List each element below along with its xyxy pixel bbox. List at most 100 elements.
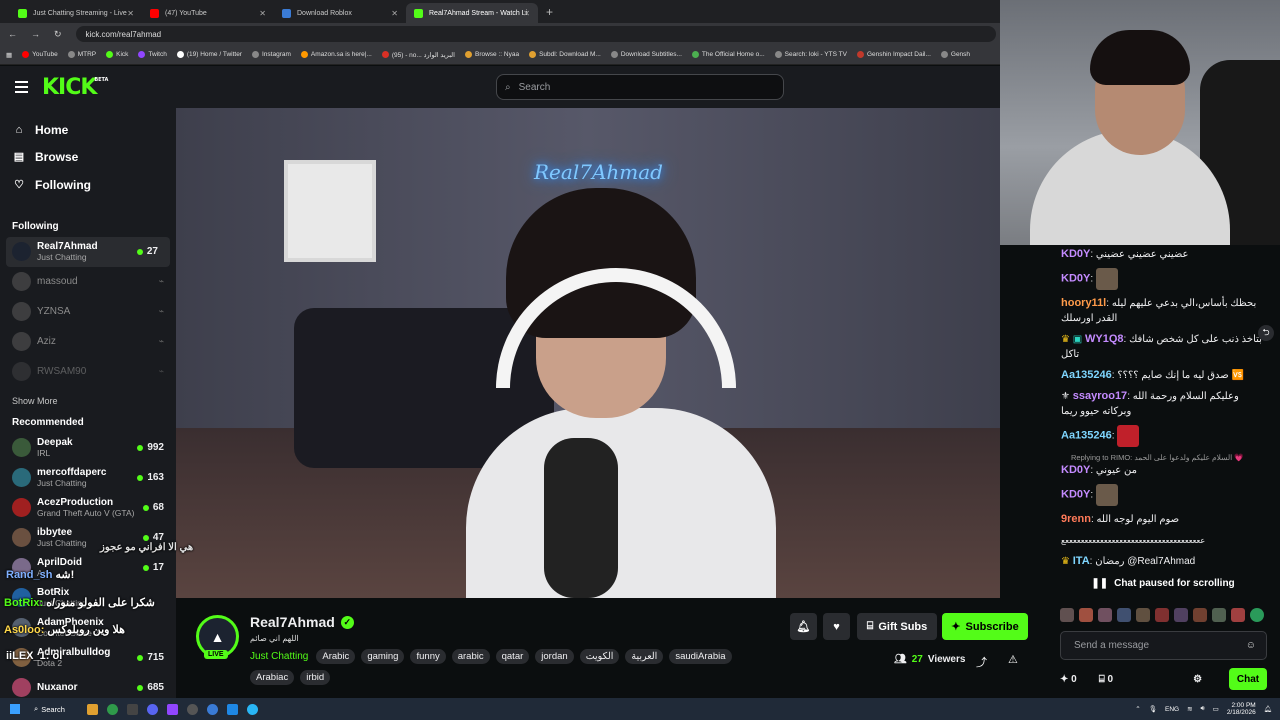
bookmark[interactable]: MTRP [67,51,96,58]
emote-icon[interactable] [1231,608,1245,622]
sidebar-channel[interactable]: BotRix Just Chatting [0,583,176,613]
app-icon[interactable] [226,703,238,715]
sidebar-channel[interactable]: YZNSA ⌁ [0,297,176,327]
chat-username[interactable]: WY1Q8 [1085,333,1124,345]
bookmark[interactable]: Search: loki - YTS TV [774,51,847,58]
tag[interactable]: jordan [535,649,574,664]
tag[interactable]: qatar [495,649,530,664]
chat-username[interactable]: KD0Y [1061,248,1090,260]
apps-grid-icon[interactable]: ▦ [6,51,12,59]
emote-icon[interactable] [1098,608,1112,622]
discord-icon[interactable] [146,703,158,715]
back-arrow-icon[interactable]: ← [8,29,17,39]
chat-username[interactable]: 9renn [1061,513,1091,525]
battery-icon[interactable]: ▭ [1213,705,1219,713]
chat-send-button[interactable]: Chat [1229,668,1267,690]
nav-following[interactable]: ♡ Following [0,171,176,199]
search-input[interactable]: ⌕ Search [496,74,784,100]
points-icon[interactable]: ✦ [1060,674,1068,685]
sidebar-channel[interactable]: Aziz ⌁ [0,327,176,357]
scroll-back-icon[interactable]: ⮌ [1258,325,1274,341]
sidebar-channel[interactable]: AprilDoid Art 17 [0,553,176,583]
sidebar-channel[interactable]: massoud ⌁ [0,267,176,297]
emote-icon[interactable] [1174,608,1188,622]
close-tab-icon[interactable]: ✕ [259,9,266,18]
browser-tab[interactable]: Download Roblox ✕ [274,3,406,23]
browser-tab[interactable]: (47) YouTube ✕ [142,3,274,23]
emote-icon[interactable] [1079,608,1093,622]
stream-category-link[interactable]: Just Chatting [250,651,308,662]
nav-browse[interactable]: ▤ Browse [0,144,176,172]
browser-tab-active[interactable]: Real7Ahmad Stream - Watch Li ✕ [406,3,538,23]
chrome-icon[interactable] [106,703,118,715]
gift-icon[interactable]: ⌸ [1099,674,1105,685]
bookmark[interactable]: (95) - no... البريد الوارد [381,51,455,59]
app-icon[interactable] [246,703,258,715]
app-icon[interactable] [166,703,178,715]
bookmark[interactable]: Download Subtitles... [610,51,682,58]
new-tab-button[interactable]: + [546,5,553,19]
bookmark[interactable]: The Official Home o... [691,51,765,58]
chevron-up-icon[interactable]: ⌃ [1135,705,1140,713]
report-warning-icon[interactable]: ⚠ [1008,653,1018,666]
volume-icon[interactable]: 🔊︎ [1201,705,1205,713]
sidebar-channel[interactable]: Admiralbulldog Dota 2 715 [0,643,176,673]
bookmark[interactable]: Subdl: Download M... [529,51,601,58]
tag[interactable]: الكويت [579,649,620,664]
bookmark[interactable]: Gensh [940,51,970,58]
close-tab-icon[interactable]: ✕ [391,9,398,18]
gift-subs-button[interactable]: ⌸ Gift Subs [857,613,937,640]
file-explorer-icon[interactable] [86,703,98,715]
sidebar-channel[interactable]: mercoffdaperc Just Chatting 163 [0,463,176,493]
nav-home[interactable]: ⌂ Home [0,116,176,144]
taskbar-search[interactable]: ⌕ Search [34,704,65,714]
follow-button[interactable]: ♥ [823,613,850,640]
emoji-icon[interactable]: ☺ [1246,640,1256,651]
emote-icon[interactable] [1250,608,1264,622]
show-more-button[interactable]: Show More [0,389,176,413]
browser-tab[interactable]: Just Chatting Streaming - Live ✕ [10,3,142,23]
microphone-icon[interactable]: 🎙︎ [1149,705,1157,713]
tag[interactable]: irbid [300,670,331,685]
share-icon[interactable]: ⤴ [976,654,987,670]
app-icon[interactable] [206,703,218,715]
windows-start-icon[interactable] [10,704,20,714]
chat-input[interactable]: Send a message ☺ [1060,631,1267,660]
app-icon[interactable] [126,703,138,715]
tag[interactable]: Arabic [316,649,356,664]
emote-icon[interactable] [1060,608,1074,622]
notification-bell-icon[interactable]: 🔔︎ [1264,705,1272,713]
emote-icon[interactable] [1117,608,1131,622]
sidebar-channel[interactable]: AdamPhoenix Counter-Strike 2 [0,613,176,643]
language-indicator[interactable]: ENG [1165,706,1179,713]
clock[interactable]: 2:00 PM 2/18/2026 [1227,702,1256,716]
sidebar-channel[interactable]: ibbytee Just Chatting 47 [0,523,176,553]
reload-icon[interactable]: ↻ [54,29,62,40]
streamer-name[interactable]: Real7Ahmad [250,614,335,630]
sidebar-channel[interactable]: Nuxanor 685 [0,673,176,699]
sidebar-channel[interactable]: AcezProduction Grand Theft Auto V (GTA) 68 [0,493,176,523]
settings-gear-icon[interactable] [186,703,198,715]
chat-username[interactable]: ITA [1073,555,1090,567]
chat-username[interactable]: Aa135246 [1061,430,1112,442]
tag[interactable]: arabic [451,649,490,664]
chat-paused-button[interactable]: ❚❚ Chat paused for scrolling [1088,572,1238,594]
emote-icon[interactable] [1193,608,1207,622]
bookmark[interactable]: Instagram [251,51,291,58]
wifi-icon[interactable]: ≋ [1187,705,1192,713]
bookmark[interactable]: Twitch [138,51,167,58]
sidebar-channel[interactable]: Deepak IRL 992 [0,433,176,463]
notification-bell-button[interactable]: 🔔︎ [790,613,817,640]
tag[interactable]: saudiArabia [669,649,732,664]
video-player[interactable]: Real7Ahmad [176,108,1000,598]
sidebar-channel[interactable]: RWSAM90 ⌁ [0,357,176,387]
forward-arrow-icon[interactable]: → [31,29,40,39]
emote-icon[interactable] [1155,608,1169,622]
url-field[interactable]: kick.com/real7ahmad [75,26,996,42]
menu-icon[interactable] [15,81,28,93]
tag[interactable]: funny [410,649,446,664]
subscribe-button[interactable]: ✦ Subscribe [942,613,1028,640]
emote-icon[interactable] [1136,608,1150,622]
tag[interactable]: gaming [361,649,405,664]
bookmark[interactable]: Kick [106,51,128,58]
